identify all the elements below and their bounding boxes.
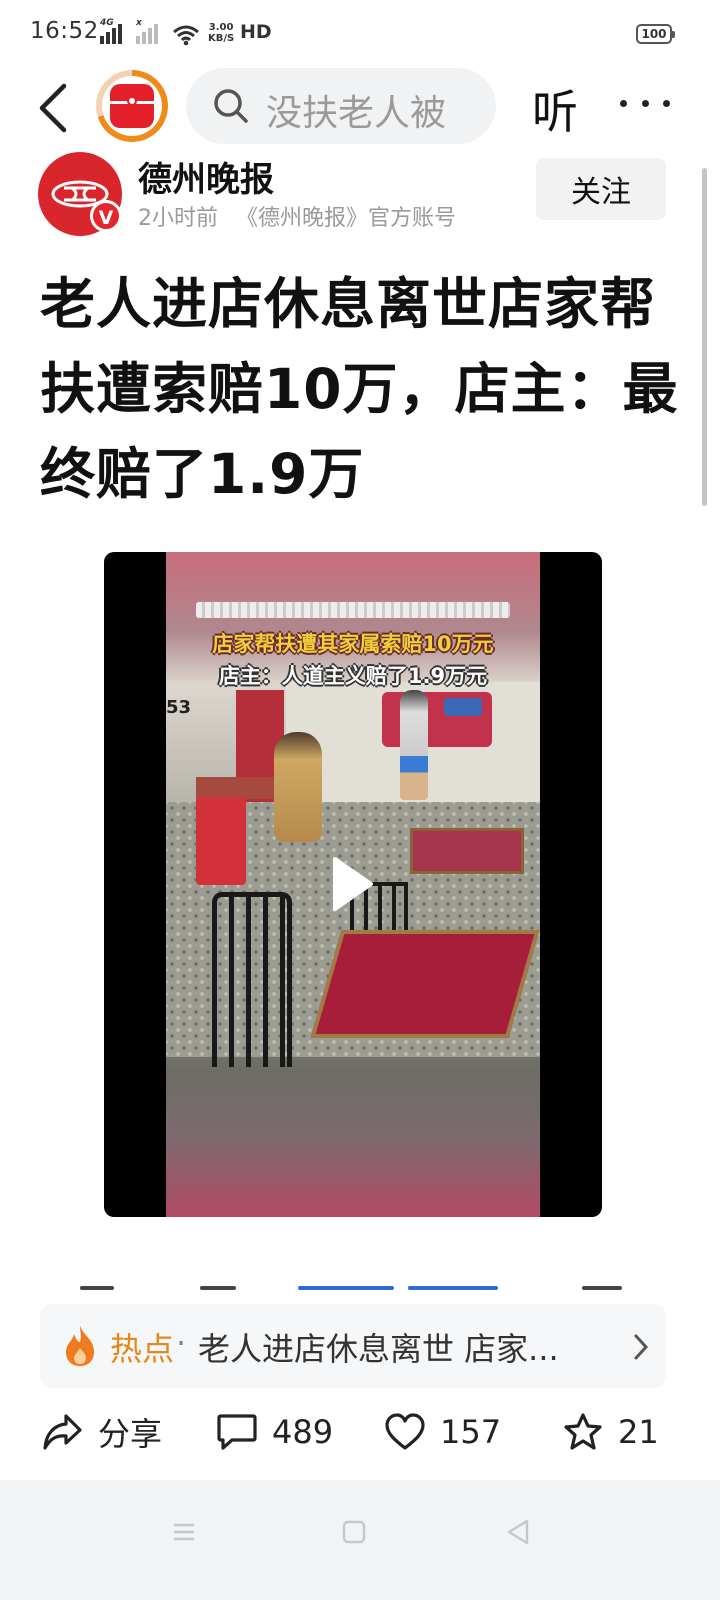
network-speed-value: 3.00: [208, 22, 234, 33]
hot-topic-separator: ·: [176, 1324, 187, 1362]
status-time: 16:52: [30, 18, 99, 44]
network-speed-unit: KB/S: [208, 33, 235, 44]
blurred-video-title: [196, 602, 510, 618]
star-icon: [564, 1413, 602, 1450]
favorite-count: 21: [618, 1413, 659, 1451]
partial-text-row: [76, 1286, 636, 1296]
verified-badge: V: [90, 200, 122, 232]
hot-topic-text: 老人进店休息离世 店家...: [198, 1330, 559, 1368]
search-placeholder: 没扶老人被: [266, 93, 447, 134]
sim2-label: x: [136, 18, 142, 28]
share-label: 分享: [98, 1415, 163, 1453]
favorite-button[interactable]: 21: [562, 1404, 659, 1460]
camera-label: 53: [166, 697, 192, 718]
search-bar[interactable]: 没扶老人被: [186, 68, 496, 144]
hd-indicator: HD: [240, 21, 272, 43]
play-icon[interactable]: [331, 855, 375, 913]
article-title: 老人进店休息离世店家帮扶遭索赔10万，店主：最终赔了1.9万: [40, 272, 679, 506]
more-icon[interactable]: [620, 100, 670, 110]
author-name[interactable]: 德州晚报: [138, 152, 274, 201]
video-player[interactable]: 53 店家帮扶遭其家属索赔10万元 店主：人道主义赔了1.9万元: [104, 552, 602, 1217]
account-description: 《德州晚报》官方账号: [236, 206, 457, 231]
hot-topic-label: 热点: [110, 1330, 175, 1368]
share-button[interactable]: 分享: [42, 1404, 162, 1460]
author-meta: 2小时前 《德州晚报》官方账号: [138, 200, 456, 232]
back-triangle-icon[interactable]: [506, 1518, 530, 1546]
battery-icon: 100: [636, 24, 675, 44]
sim1-signal-icon: 4G: [100, 18, 122, 44]
search-icon: [214, 89, 248, 123]
home-icon[interactable]: [342, 1520, 366, 1544]
comment-count: 489: [272, 1413, 334, 1451]
flame-icon: [66, 1326, 94, 1366]
comment-button[interactable]: 489: [216, 1404, 333, 1460]
chevron-right-icon: [634, 1334, 649, 1360]
network-speed: 3.00 KB/S: [208, 22, 234, 44]
comment-icon: [217, 1414, 257, 1450]
follow-button[interactable]: 关注: [536, 158, 666, 220]
video-caption-2: 店主：人道主义赔了1.9万元: [218, 664, 488, 688]
app-logo-icon[interactable]: [96, 70, 168, 142]
heart-icon: [385, 1413, 425, 1450]
hot-topic-banner[interactable]: 热点 · 老人进店休息离世 店家...: [40, 1304, 666, 1388]
menu-icon[interactable]: [172, 1520, 196, 1544]
wifi-icon: [173, 25, 199, 46]
sim2-signal-icon: x: [136, 18, 158, 44]
post-time: 2小时前: [138, 206, 218, 231]
video-caption-1: 店家帮扶遭其家属索赔10万元: [212, 632, 494, 656]
like-count: 157: [440, 1413, 502, 1451]
scrollbar[interactable]: [702, 168, 707, 506]
like-button[interactable]: 157: [384, 1404, 501, 1460]
listen-button[interactable]: 听: [532, 76, 578, 142]
sim1-label: 4G: [100, 18, 114, 28]
system-nav-bar: [0, 1480, 720, 1600]
back-icon[interactable]: [30, 78, 80, 138]
share-icon: [43, 1414, 82, 1450]
